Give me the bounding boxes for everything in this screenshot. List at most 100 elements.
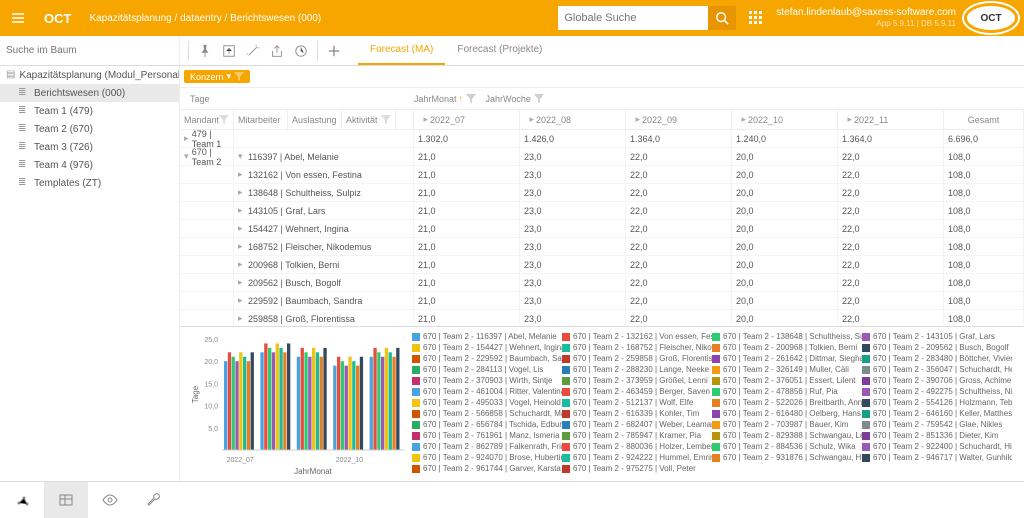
legend-item[interactable]: 670 | Team 2 - 656784 | Tschida, Edburga — [412, 420, 562, 429]
col-header-mitarbeiter[interactable]: Mitarbeiter — [234, 110, 288, 129]
legend-item[interactable]: 670 | Team 2 - 143105 | Graf, Lars — [862, 332, 1012, 341]
legend-item[interactable]: 670 | Team 2 - 200968 | Tolkien, Berni — [712, 343, 862, 352]
tree-root[interactable]: ▤ Kapazitätsplanung (Modul_Personalkapaz… — [0, 66, 179, 84]
settings-icon[interactable] — [217, 39, 241, 63]
legend-item[interactable]: 670 | Team 2 - 682407 | Weber, Leamara — [562, 420, 712, 429]
legend-item[interactable]: 670 | Team 2 - 261642 | Dittmar, Sieghar… — [712, 354, 862, 363]
legend-item[interactable]: 670 | Team 2 - 646160 | Keller, Matthes — [862, 409, 1012, 418]
table-row[interactable]: ▸479 | Team 11.302,01.426,01.364,01.240,… — [180, 130, 1024, 148]
period-header[interactable]: ▸2022_07 — [414, 110, 520, 129]
table-row[interactable]: ▸229592 | Baumbach, Sandra21,023,022,020… — [180, 292, 1024, 310]
legend-item[interactable]: 670 | Team 2 - 492275 | Schultheiss, Nic… — [862, 387, 1012, 396]
legend-item[interactable]: 670 | Team 2 - 463459 | Berger, Saven — [562, 387, 712, 396]
legend-item[interactable]: 670 | Team 2 - 862789 | Falkenrath, Frin… — [412, 442, 562, 451]
user-info[interactable]: stefan.lindenlaub@saxess-software.com Ap… — [776, 7, 956, 29]
table-row[interactable]: ▸154427 | Wehnert, Ingina21,023,022,020,… — [180, 220, 1024, 238]
col-jahrmonat[interactable]: JahrMonat↑ — [414, 94, 476, 104]
legend-item[interactable]: 670 | Team 2 - 616339 | Kohler, Tim — [562, 409, 712, 418]
legend-item[interactable]: 670 | Team 2 - 522026 | Breitbarth, Anna… — [712, 398, 862, 407]
table-row[interactable]: ▸209562 | Busch, Bogolf21,023,022,020,02… — [180, 274, 1024, 292]
legend-item[interactable]: 670 | Team 2 - 116397 | Abel, Melanie — [412, 332, 562, 341]
view-wrench-icon[interactable] — [132, 482, 176, 518]
tree-search-input[interactable] — [6, 40, 173, 60]
period-header[interactable]: ▸2022_08 — [520, 110, 626, 129]
pin-icon[interactable] — [193, 39, 217, 63]
period-header[interactable]: ▸2022_10 — [732, 110, 838, 129]
legend-item[interactable]: 670 | Team 2 - 946717 | Walter, Gunhild — [862, 453, 1012, 462]
col-header-aktivitat[interactable]: Aktivität — [342, 110, 396, 129]
legend-item[interactable]: 670 | Team 2 - 829388 | Schwangau, Lele — [712, 431, 862, 440]
legend-item[interactable]: 670 | Team 2 - 922400 | Schuchardt, Hilt… — [862, 442, 1012, 451]
legend-item[interactable]: 670 | Team 2 - 761961 | Manz, Ismeria — [412, 431, 562, 440]
tree-item[interactable]: ≣Templates (ZT) — [0, 174, 179, 192]
table-row[interactable]: ▸132162 | Von essen, Festina21,023,022,0… — [180, 166, 1024, 184]
table-row[interactable]: ▸138648 | Schultheiss, Sulpiz21,023,022,… — [180, 184, 1024, 202]
search-button[interactable] — [708, 6, 736, 30]
view-chart-icon[interactable] — [0, 482, 44, 518]
table-row[interactable]: ▸143105 | Graf, Lars21,023,022,020,022,0… — [180, 202, 1024, 220]
add-icon[interactable] — [322, 39, 346, 63]
tree-item[interactable]: ≣Berichtswesen (000) — [0, 84, 179, 102]
apps-grid-icon[interactable] — [744, 6, 768, 30]
legend-item[interactable]: 670 | Team 2 - 209562 | Busch, Bogolf — [862, 343, 1012, 352]
legend-item[interactable]: 670 | Team 2 - 566858 | Schuchardt, Math… — [412, 409, 562, 418]
filter-chip-konzern[interactable]: Konzern ▾ — [184, 70, 250, 83]
legend-item[interactable]: 670 | Team 2 - 703987 | Bauer, Kim — [712, 420, 862, 429]
tree-item[interactable]: ≣Team 1 (479) — [0, 102, 179, 120]
legend-item[interactable]: 670 | Team 2 - 461004 | Ritter, Valentin… — [412, 387, 562, 396]
legend-item[interactable]: 670 | Team 2 - 168752 | Fleischer, Nikod… — [562, 343, 712, 352]
legend-item[interactable]: 670 | Team 2 - 880036 | Holzer, Lembert — [562, 442, 712, 451]
legend-item[interactable]: 670 | Team 2 - 154427 | Wehnert, Ingina — [412, 343, 562, 352]
export-icon[interactable] — [265, 39, 289, 63]
tab-forecast-ma[interactable]: Forecast (MA) — [358, 36, 445, 65]
legend-item[interactable]: 670 | Team 2 - 759542 | Glae, Nikles — [862, 420, 1012, 429]
col-jahrwoche[interactable]: JahrWoche — [486, 94, 544, 104]
legend-item[interactable]: 670 | Team 2 - 283480 | Böttcher, Vivien… — [862, 354, 1012, 363]
legend-item[interactable]: 670 | Team 2 - 616480 | Oelberg, Hans We… — [712, 409, 862, 418]
view-table-icon[interactable] — [44, 482, 88, 518]
legend-item[interactable]: 670 | Team 2 - 884536 | Schulz, Wika — [712, 442, 862, 451]
legend-item[interactable]: 670 | Team 2 - 495033 | Vogel, Heinold — [412, 398, 562, 407]
table-row[interactable]: ▸200968 | Tolkien, Berni21,023,022,020,0… — [180, 256, 1024, 274]
legend-item[interactable]: 670 | Team 2 - 851336 | Dieter, Kim — [862, 431, 1012, 440]
svg-text:5,0: 5,0 — [208, 426, 218, 433]
legend-item[interactable]: 670 | Team 2 - 373959 | Größel, Lenni — [562, 376, 712, 385]
legend-item[interactable]: 670 | Team 2 - 931876 | Schwangau, Huber… — [712, 453, 862, 462]
legend-item[interactable]: 670 | Team 2 - 512137 | Wolf, Elfe — [562, 398, 712, 407]
legend-item[interactable]: 670 | Team 2 - 975275 | Voll, Peter — [562, 464, 712, 473]
wand-icon[interactable] — [241, 39, 265, 63]
tab-forecast-projekte[interactable]: Forecast (Projekte) — [445, 36, 554, 65]
legend-item[interactable]: 670 | Team 2 - 554126 | Holzmann, Tebbe — [862, 398, 1012, 407]
legend-item[interactable]: 670 | Team 2 - 924222 | Hummel, Emrine — [562, 453, 712, 462]
history-icon[interactable] — [289, 39, 313, 63]
period-header[interactable]: ▸2022_11 — [838, 110, 944, 129]
legend-item[interactable]: 670 | Team 2 - 229592 | Baumbach, Sandra — [412, 354, 562, 363]
legend-item[interactable]: 670 | Team 2 - 961744 | Garver, Karsta — [412, 464, 562, 473]
legend-item[interactable]: 670 | Team 2 - 924070 | Brose, Hubertine — [412, 453, 562, 462]
legend-item[interactable]: 670 | Team 2 - 370903 | Wirth, Sintje — [412, 376, 562, 385]
global-search-input[interactable] — [558, 6, 708, 30]
legend-item[interactable]: 670 | Team 2 - 284113 | Vogel, Lis — [412, 365, 562, 374]
legend-item[interactable]: 670 | Team 2 - 259858 | Groß, Florentiss… — [562, 354, 712, 363]
legend-item[interactable]: 670 | Team 2 - 326149 | Muller, Cäli — [712, 365, 862, 374]
legend-item[interactable]: 670 | Team 2 - 132162 | Von essen, Festi… — [562, 332, 712, 341]
view-eye-icon[interactable] — [88, 482, 132, 518]
chart-plot: 5,010,015,020,025,0Tage2022_072022_10Jah… — [180, 327, 410, 481]
table-row[interactable]: ▸259858 | Groß, Florentissa21,023,022,02… — [180, 310, 1024, 326]
hamburger-icon[interactable] — [6, 6, 30, 30]
tree-item[interactable]: ≣Team 3 (726) — [0, 138, 179, 156]
table-row[interactable]: ▸168752 | Fleischer, Nikodemus21,023,022… — [180, 238, 1024, 256]
legend-item[interactable]: 670 | Team 2 - 390706 | Gross, Achime — [862, 376, 1012, 385]
legend-item[interactable]: 670 | Team 2 - 138648 | Schultheiss, Sul… — [712, 332, 862, 341]
col-header-mandant[interactable]: Mandant — [180, 110, 234, 129]
legend-item[interactable]: 670 | Team 2 - 356047 | Schuchardt, Herm… — [862, 365, 1012, 374]
tree-item[interactable]: ≣Team 2 (670) — [0, 120, 179, 138]
tree-item[interactable]: ≣Team 4 (976) — [0, 156, 179, 174]
legend-item[interactable]: 670 | Team 2 - 785947 | Kramer, Pia — [562, 431, 712, 440]
legend-item[interactable]: 670 | Team 2 - 376051 | Essert, Lilent — [712, 376, 862, 385]
table-row[interactable]: ▾670 | Team 2▾116397 | Abel, Melanie21,0… — [180, 148, 1024, 166]
period-header[interactable]: ▸2022_09 — [626, 110, 732, 129]
col-header-auslastung[interactable]: Auslastung — [288, 110, 342, 129]
legend-item[interactable]: 670 | Team 2 - 478856 | Ruf, Pia — [712, 387, 862, 396]
legend-item[interactable]: 670 | Team 2 - 288230 | Lange, Neeke — [562, 365, 712, 374]
